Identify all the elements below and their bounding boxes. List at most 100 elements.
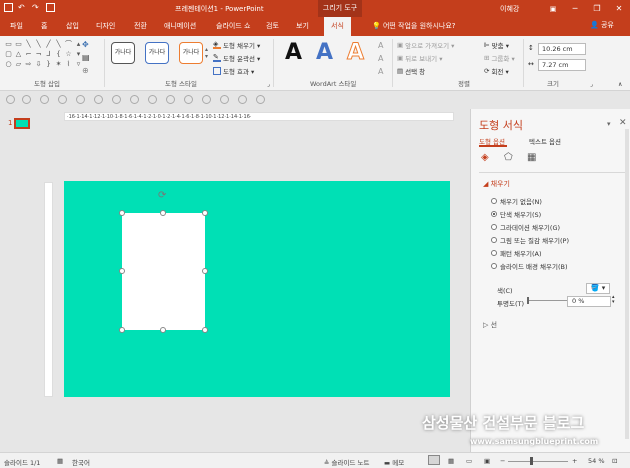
rotate-handle-icon[interactable]: ⟳: [158, 190, 166, 201]
send-backward-button[interactable]: ▣ 뒤로 보내기 ▾: [397, 53, 442, 63]
user-name[interactable]: 이혜강: [500, 4, 519, 14]
radio-selected[interactable]: [491, 211, 497, 217]
fill-section-header[interactable]: ◢ 채우기: [483, 179, 510, 189]
tab-text-options[interactable]: 텍스트 옵션: [529, 136, 561, 146]
line-icon[interactable]: ╲: [34, 40, 43, 49]
quick-shape-icon[interactable]: [184, 95, 193, 104]
resize-handle[interactable]: [202, 327, 208, 333]
resize-handle[interactable]: [160, 210, 166, 216]
close-icon[interactable]: ✕: [619, 118, 627, 128]
quick-shape-icon[interactable]: [58, 95, 67, 104]
tab-home[interactable]: 홈: [41, 21, 47, 31]
resize-handle[interactable]: [202, 268, 208, 274]
fill-option-slide-bg[interactable]: 슬라이드 배경 채우기(B): [491, 261, 567, 271]
minimize-button[interactable]: ─: [564, 0, 586, 17]
selection-pane-button[interactable]: ▤ 선택 창: [397, 66, 425, 76]
rectangle-icon[interactable]: ▭: [14, 40, 23, 49]
undo-icon[interactable]: ↶: [18, 3, 27, 12]
merge-shapes-icon[interactable]: ⊕: [82, 66, 89, 75]
zoom-slider-knob[interactable]: [530, 457, 533, 465]
star-icon[interactable]: ✶: [54, 60, 63, 69]
slide-sorter-icon[interactable]: ▦: [448, 457, 454, 465]
fill-option-none[interactable]: 채우기 없음(N): [491, 196, 542, 206]
collapse-ribbon-icon[interactable]: ∧: [618, 81, 622, 88]
wordart-style-orange[interactable]: A: [346, 40, 364, 66]
zoom-out-icon[interactable]: −: [500, 457, 505, 465]
tab-view[interactable]: 보기: [296, 21, 309, 31]
curve-icon[interactable]: ⌒: [64, 40, 73, 49]
gallery-more-icon[interactable]: ▴ ▾: [205, 46, 208, 60]
bring-forward-button[interactable]: ▣ 앞으로 가져오기 ▾: [397, 40, 454, 50]
quick-shape-icon[interactable]: [22, 95, 31, 104]
tell-me-search[interactable]: 💡 어떤 작업을 원하시나요?: [372, 21, 456, 31]
resize-handle[interactable]: [160, 327, 166, 333]
zoom-level[interactable]: 54 %: [588, 457, 605, 465]
quick-shape-icon[interactable]: [40, 95, 49, 104]
restore-button[interactable]: ❐: [586, 0, 608, 17]
align-button[interactable]: ⊫ 맞춤 ▾: [484, 40, 509, 50]
line-icon[interactable]: ╲: [24, 40, 33, 49]
text-effects-icon[interactable]: A: [378, 67, 383, 76]
radio[interactable]: [491, 250, 497, 256]
transparency-input[interactable]: 0 %: [567, 296, 611, 307]
notes-button[interactable]: ≜ 슬라이드 노트: [324, 457, 369, 467]
radio[interactable]: [491, 224, 497, 230]
transparency-slider-knob[interactable]: [527, 297, 529, 304]
tab-format[interactable]: 서식: [324, 17, 351, 36]
quick-shape-icon[interactable]: [94, 95, 103, 104]
connector-icon[interactable]: ⌐: [24, 50, 33, 59]
zoom-slider[interactable]: [508, 461, 568, 462]
shape-style-1[interactable]: 가나다: [111, 42, 135, 64]
share-button[interactable]: 👤 공유: [590, 20, 614, 30]
effects-pentagon-icon[interactable]: ⬠: [504, 152, 513, 163]
fill-option-picture[interactable]: 그림 또는 질감 채우기(P): [491, 235, 569, 245]
quick-shape-icon[interactable]: [6, 95, 15, 104]
radio[interactable]: [491, 263, 497, 269]
shapes-gallery[interactable]: ▭ ▭ ╲ ╲ ╱ ╲ ⌒ ▴ ▢ △ ⌐ ¬ ⅃ { ☆ ▾ ○ ▱ ⇨ ⇩ …: [4, 40, 80, 72]
size-properties-icon[interactable]: ▦: [527, 152, 536, 163]
close-button[interactable]: ✕: [608, 0, 630, 17]
quick-shape-icon[interactable]: [256, 95, 265, 104]
fill-line-icon[interactable]: ◈: [481, 152, 489, 163]
freeform-icon[interactable]: ⌇: [64, 60, 73, 69]
quick-shape-icon[interactable]: [112, 95, 121, 104]
brace-icon[interactable]: {: [54, 50, 63, 59]
triangle-icon[interactable]: △: [14, 50, 23, 59]
fill-option-pattern[interactable]: 패턴 채우기(A): [491, 248, 542, 258]
fill-option-gradient[interactable]: 그라데이션 채우기(G): [491, 222, 560, 232]
rotate-button[interactable]: ⟳ 회전 ▾: [484, 66, 509, 76]
pane-options-icon[interactable]: ▾: [607, 120, 611, 128]
language-indicator[interactable]: 한국어: [72, 457, 90, 467]
transparency-slider[interactable]: [527, 300, 567, 301]
radio[interactable]: [491, 237, 497, 243]
oval-icon[interactable]: ○: [4, 60, 13, 69]
quick-shape-icon[interactable]: [76, 95, 85, 104]
shape-style-2[interactable]: 가나다: [145, 42, 169, 64]
shape-style-3[interactable]: 가나다: [179, 42, 203, 64]
shape-outline-button[interactable]: ✎ 도형 윤곽선 ▾: [213, 53, 260, 63]
zoom-in-icon[interactable]: +: [572, 457, 577, 465]
tab-transitions[interactable]: 전환: [134, 21, 147, 31]
color-picker-button[interactable]: 🪣 ▾: [586, 283, 610, 294]
tab-review[interactable]: 검토: [266, 21, 279, 31]
resize-handle[interactable]: [119, 268, 125, 274]
tab-file[interactable]: 파일: [10, 21, 23, 31]
callout-icon[interactable]: ▱: [14, 60, 23, 69]
tab-slideshow[interactable]: 슬라이드 쇼: [216, 21, 250, 31]
selected-rectangle-shape[interactable]: [122, 213, 205, 330]
tab-insert[interactable]: 삽입: [66, 21, 79, 31]
resize-handle[interactable]: [202, 210, 208, 216]
present-icon[interactable]: [46, 3, 55, 12]
slide-thumbnail[interactable]: [14, 118, 30, 129]
textbox-icon[interactable]: ▤: [82, 53, 90, 62]
spinner-icon[interactable]: ▴ ▾: [612, 295, 615, 305]
spellcheck-icon[interactable]: ▦: [57, 457, 63, 465]
slideshow-icon[interactable]: ▣: [484, 457, 490, 465]
rectangle-icon[interactable]: ▭: [4, 40, 13, 49]
dialog-launcher-icon[interactable]: ⌟: [267, 81, 270, 88]
text-fill-icon[interactable]: A: [378, 41, 383, 50]
redo-icon[interactable]: ↷: [32, 3, 41, 12]
connector-icon[interactable]: ¬: [34, 50, 43, 59]
wordart-style-blue[interactable]: A: [316, 40, 333, 65]
star-icon[interactable]: ☆: [64, 50, 73, 59]
